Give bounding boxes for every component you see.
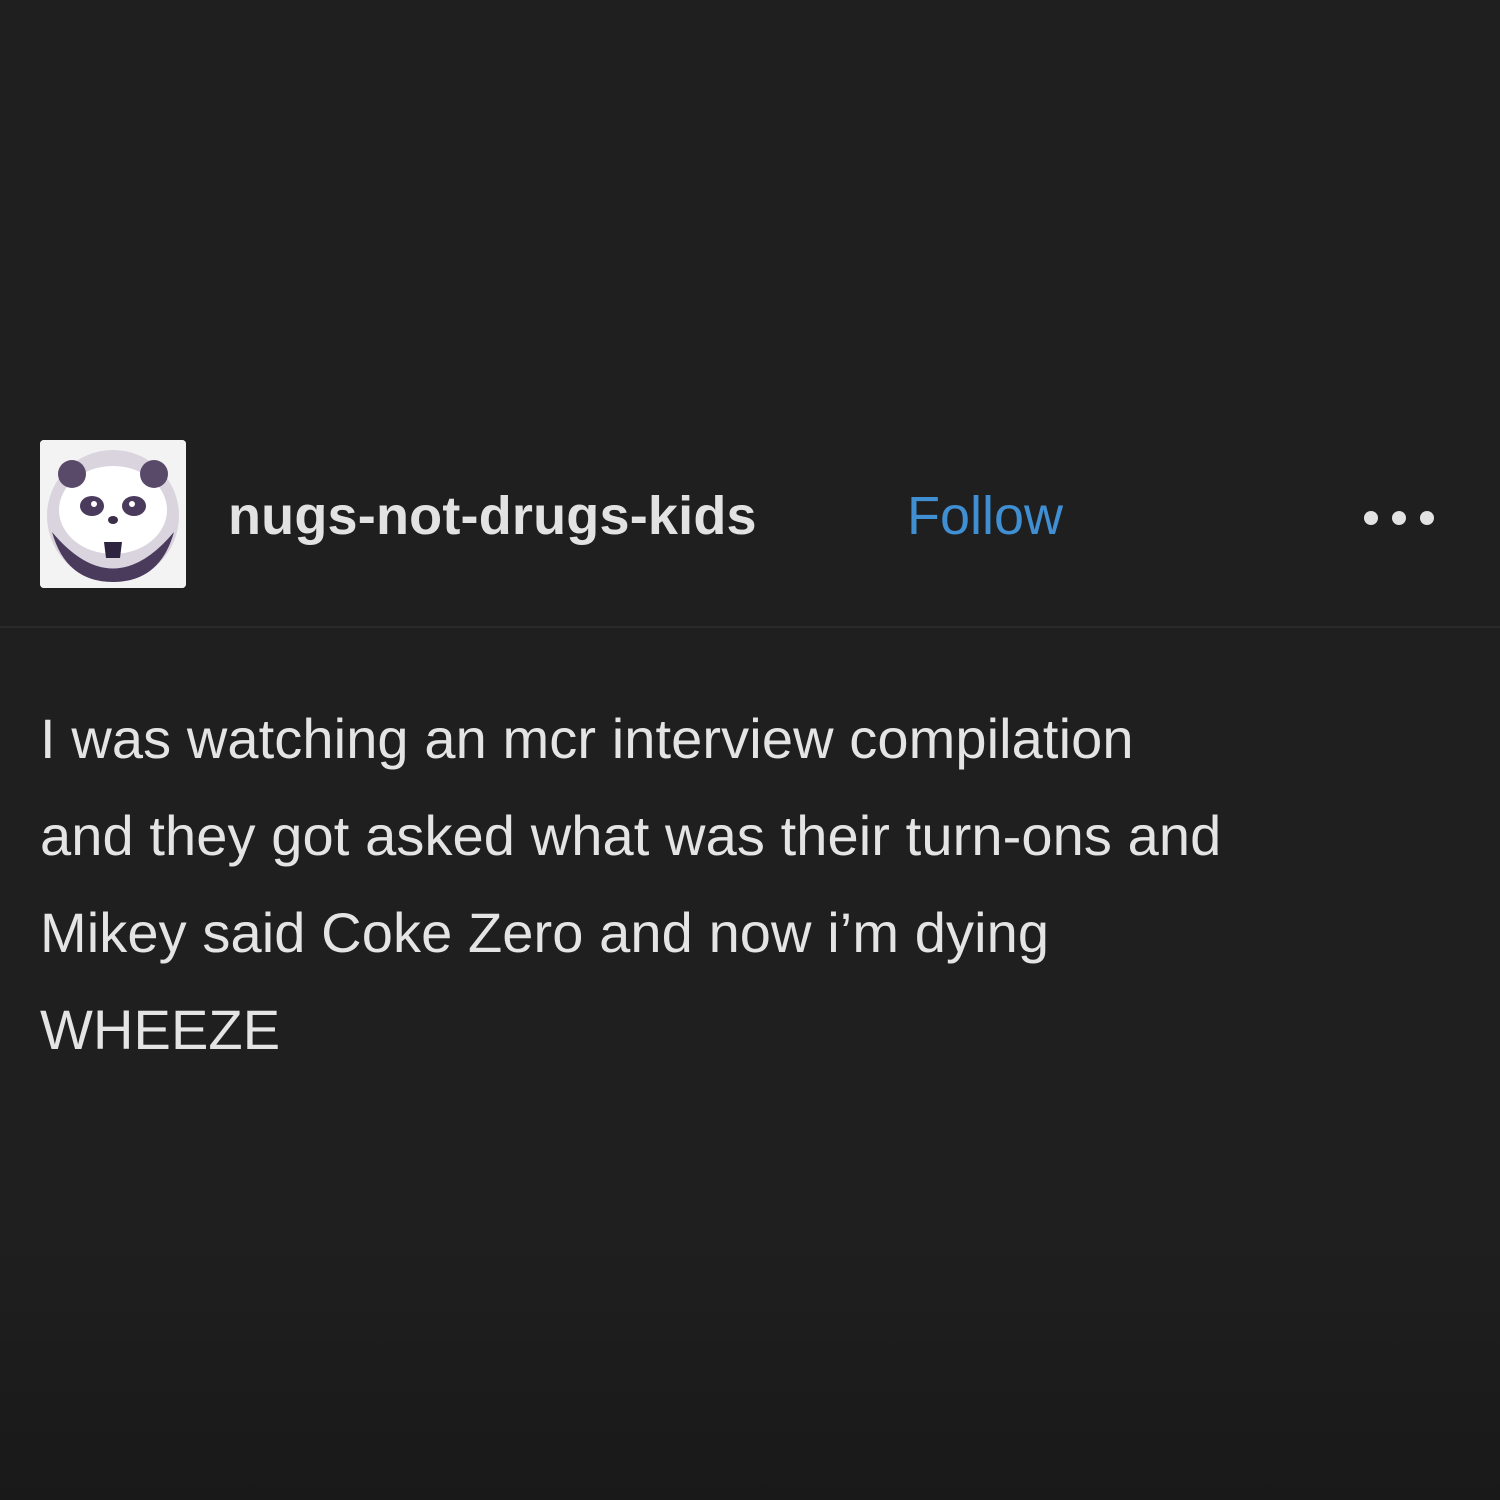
tumblr-post: nugs-not-drugs-kids Follow I was watchin… [0,0,1500,1500]
post-text-line: I was watching an mcr interview compilat… [40,707,1134,770]
post-text-line: and they got asked what was their turn-o… [40,804,1222,867]
post-body: I was watching an mcr interview compilat… [40,690,1480,1078]
avatar[interactable] [40,440,186,588]
post-username[interactable]: nugs-not-drugs-kids [228,485,757,547]
dot-icon [1364,511,1378,525]
bottom-shade [0,1240,1500,1500]
dot-icon [1420,511,1434,525]
follow-button[interactable]: Follow [907,485,1063,547]
post-text-line: WHEEZE [40,998,281,1061]
post-text-line: Mikey said Coke Zero and now i’m dying [40,901,1050,964]
panda-avatar-icon [40,440,186,588]
post-header: nugs-not-drugs-kids Follow [0,438,1500,628]
dot-icon [1392,511,1406,525]
more-options-ellipsis-icon[interactable] [1362,508,1442,528]
